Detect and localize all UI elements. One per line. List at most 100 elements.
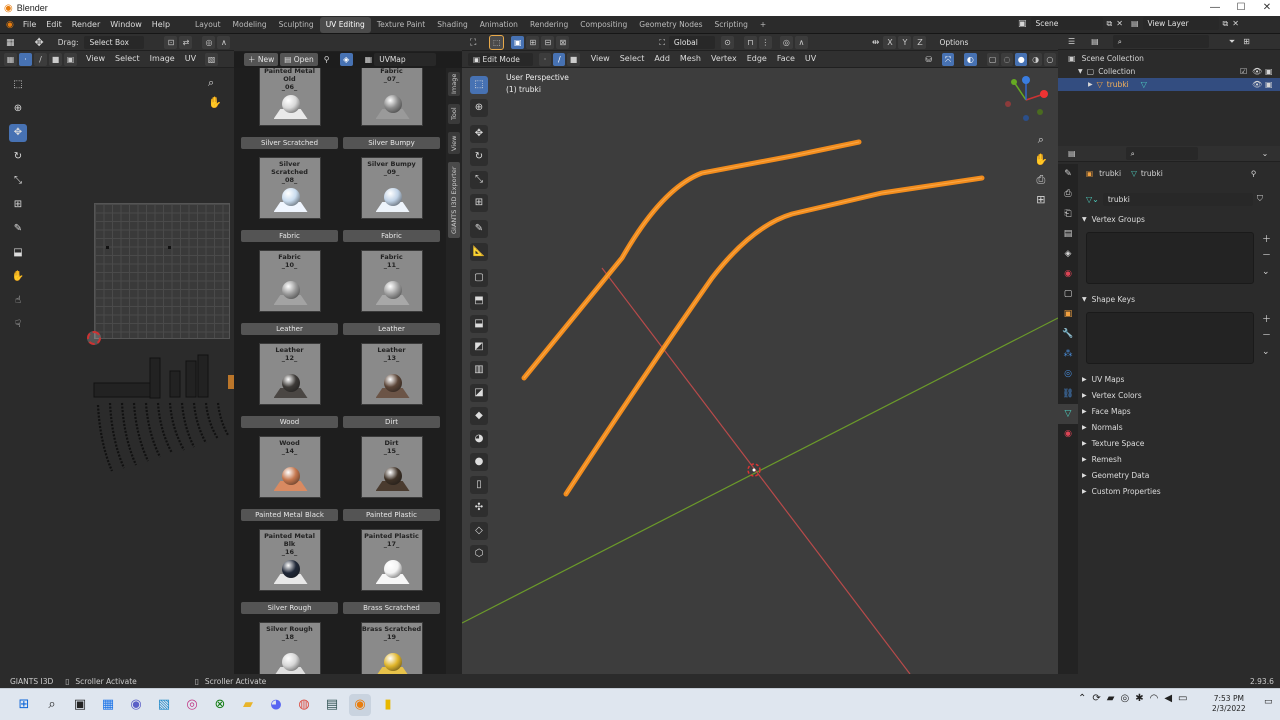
close-button[interactable]: ✕	[1254, 0, 1280, 16]
fake-user-icon[interactable]: ⛉	[1257, 194, 1263, 204]
modifier-tab-icon[interactable]: 🔧	[1058, 324, 1078, 344]
proportional-edit-icon[interactable]: ◎	[779, 36, 793, 49]
zoom-icon[interactable]: ⌕	[208, 76, 214, 90]
new-collection-icon[interactable]: ⊞	[1243, 37, 1250, 46]
blender-menu-icon[interactable]: ◉	[6, 20, 14, 30]
collection-visibility-icon[interactable]: 👁	[1252, 67, 1262, 76]
expand-arrow-icon[interactable]: ▶	[1088, 81, 1093, 88]
app-icon[interactable]: ▤	[321, 694, 343, 716]
zoom-icon[interactable]: ⌕	[1034, 130, 1048, 150]
expand-arrow-icon[interactable]: ▼	[1078, 68, 1083, 75]
scale-tool-icon[interactable]: ⤡	[9, 172, 27, 190]
windows-start-icon[interactable]: ⊞	[13, 694, 35, 716]
notification-icon[interactable]: ▭	[1264, 697, 1273, 707]
world-tab-icon[interactable]: ◉	[1058, 264, 1078, 284]
file-explorer-icon[interactable]: ▰	[237, 694, 259, 716]
material-thumbnail[interactable]: Silver Rough _18_	[258, 622, 321, 674]
shape-keys-panel[interactable]: ▼ Shape Keys	[1082, 292, 1135, 308]
cursor-tool-icon[interactable]: ⊕	[470, 99, 488, 117]
3d-viewport[interactable]: ⬚ ⊕ ✥ ↻ ⤡ ⊞ ✎ 📐 ▢ ⬒ ⬓ ◩ ▥ ◪ ◆ ◕ ● ▯ ✣ ◇ …	[462, 68, 1058, 674]
collection-tab-icon[interactable]: ▢	[1058, 284, 1078, 304]
workspace-tab-rendering[interactable]: Rendering	[524, 17, 574, 33]
chat-icon[interactable]: ◉	[125, 694, 147, 716]
vertex-groups-panel[interactable]: ▼ Vertex Groups	[1082, 212, 1145, 228]
properties-options-icon[interactable]: ⌄	[1262, 149, 1269, 158]
rendered-shading-icon[interactable]: ○	[1043, 52, 1057, 66]
object-visibility-icon[interactable]: 👁	[1252, 80, 1262, 89]
remove-shape-key-icon[interactable]: －	[1262, 328, 1271, 344]
discord-icon[interactable]: ◕	[265, 694, 287, 716]
material-title[interactable]: Leather	[241, 323, 338, 335]
viewport-menu-uv[interactable]: UV	[800, 50, 821, 68]
drag-select-dropdown[interactable]: Select Box	[84, 36, 145, 49]
vertex-group-menu-icon[interactable]: ⌄	[1262, 264, 1271, 280]
chrome-icon[interactable]: ◍	[293, 694, 315, 716]
edge-select-icon[interactable]: /	[34, 52, 47, 66]
view-layer-copy-icon[interactable]: ⧉	[1223, 19, 1229, 29]
material-card[interactable]: Silver Scratched Silver Scratched _08_	[241, 137, 338, 219]
select-box-tool-icon[interactable]: ⬚	[9, 76, 27, 94]
workspace-tab-shading[interactable]: Shading	[431, 17, 473, 33]
workspace-tab-animation[interactable]: Animation	[474, 17, 524, 33]
steam-icon[interactable]: ◎	[1120, 693, 1129, 704]
workspace-tab-scripting[interactable]: Scripting	[709, 17, 754, 33]
view-layer-selector[interactable]: View Layer	[1142, 17, 1219, 30]
gizmo-icon[interactable]: ⤧	[941, 52, 955, 66]
panel-vertex-colors[interactable]: ▶ Vertex Colors	[1082, 388, 1161, 404]
poly-build-tool-icon[interactable]: ◆	[470, 407, 488, 425]
overlay-icon[interactable]: ◐	[964, 52, 977, 66]
smooth-tool-icon[interactable]: ●	[470, 453, 488, 471]
material-title[interactable]: Painted Metal Black	[241, 509, 338, 521]
pinch-tool-icon[interactable]: ☟	[9, 316, 27, 334]
material-card[interactable]: Silver Rough Silver Rough _18_	[241, 602, 338, 674]
output-tab-icon[interactable]: ⎗	[1058, 204, 1078, 224]
instagram-icon[interactable]: ◎	[181, 694, 203, 716]
edge-slide-tool-icon[interactable]: ▯	[470, 476, 488, 494]
tab-giants-exporter[interactable]: GIANTS I3D Exporter	[448, 162, 460, 238]
falloff-icon[interactable]: ∧	[217, 36, 231, 49]
material-card[interactable]: Brass Scratched Brass Scratched _19_	[343, 602, 440, 674]
viewport-menu-view[interactable]: View	[586, 50, 615, 68]
mesh-data-tab-icon[interactable]: ▽	[1058, 404, 1078, 424]
scene-copy-icon[interactable]: ⧉	[1107, 19, 1113, 29]
material-thumbnail[interactable]: Silver Bumpy _09_	[360, 157, 423, 219]
uvmap-selector[interactable]: UVMap	[374, 52, 437, 66]
face-mode-icon[interactable]: ■	[567, 52, 580, 66]
pivot-icon[interactable]: ⊡	[164, 36, 178, 49]
object-tab-icon[interactable]: ▣	[1058, 304, 1078, 324]
mirror-y[interactable]: Y	[898, 36, 912, 49]
volume-icon[interactable]: ◀	[1164, 693, 1172, 704]
collection-camera-icon[interactable]: ▣	[1265, 67, 1273, 76]
scene-close-icon[interactable]: ✕	[1116, 19, 1123, 28]
material-card[interactable]: Wood Wood _14_	[241, 416, 338, 498]
viewport-menu-select[interactable]: Select	[615, 50, 650, 68]
panel-uv-maps[interactable]: ▶ UV Maps	[1082, 372, 1161, 388]
material-title[interactable]: Silver Rough	[241, 602, 338, 614]
shear-tool-icon[interactable]: ◇	[470, 522, 488, 540]
material-thumbnail[interactable]: Wood _14_	[258, 436, 321, 498]
workspace-tab-texture-paint[interactable]: Texture Paint	[371, 17, 431, 33]
options-dropdown[interactable]: Options	[934, 36, 974, 49]
workspace-tab-compositing[interactable]: Compositing	[574, 17, 633, 33]
material-title[interactable]: Silver Scratched	[241, 137, 338, 149]
workspace-tab-modeling[interactable]: Modeling	[227, 17, 273, 33]
open-image-button[interactable]: ▤ Open	[280, 52, 318, 66]
material-card[interactable]: Painted Metal Black Painted Metal Blk _16_	[241, 509, 338, 591]
object-camera-icon[interactable]: ▣	[1265, 80, 1273, 89]
mode-extend-icon[interactable]: ⊞	[526, 36, 540, 49]
tray-chevron-icon[interactable]: ⌃	[1078, 693, 1086, 704]
material-thumbnail[interactable]: Leather _12_	[258, 343, 321, 405]
uv-menu-uv[interactable]: UV	[180, 50, 201, 68]
battery-icon[interactable]: ▭	[1178, 693, 1187, 704]
ortho-grid-icon[interactable]: ⊞	[1034, 190, 1048, 210]
material-title[interactable]: Fabric	[343, 230, 440, 242]
tab-tool[interactable]: Tool	[448, 104, 460, 124]
physics-tab-icon[interactable]: ◎	[1058, 364, 1078, 384]
scene-selector[interactable]: Scene	[1030, 17, 1103, 30]
material-card[interactable]: Leather Leather _12_	[241, 323, 338, 405]
island-select-icon[interactable]: ▣	[64, 52, 77, 66]
mode-intersect-icon[interactable]: ⊠	[556, 36, 570, 49]
2d-cursor-icon[interactable]	[87, 331, 101, 345]
edge-mode-icon[interactable]: /	[553, 52, 566, 66]
uv-mode-icon[interactable]: ▦	[4, 52, 17, 66]
